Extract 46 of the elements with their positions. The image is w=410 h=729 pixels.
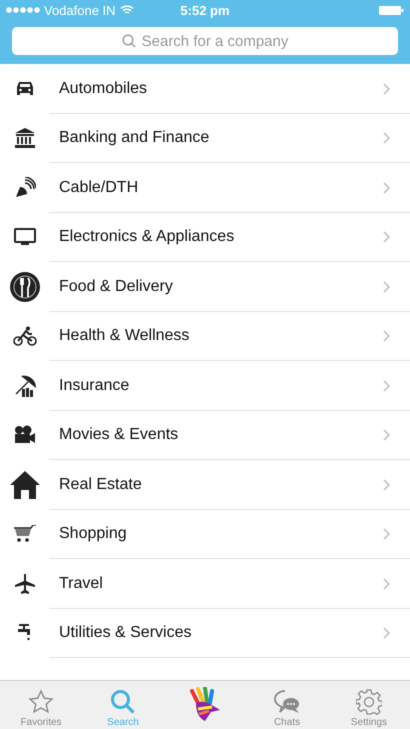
car-icon <box>16 81 34 96</box>
search-field[interactable]: Search for a company <box>12 27 398 55</box>
chevron-right-icon <box>383 132 390 144</box>
plate-icon <box>10 272 40 302</box>
satellite-dish-icon <box>14 176 36 199</box>
category-row[interactable]: Health & Wellness <box>0 312 410 361</box>
cart-icon <box>12 525 36 544</box>
chevron-right-icon <box>383 578 390 590</box>
chevron-right-icon <box>383 182 390 194</box>
settings-icon <box>356 689 382 715</box>
bank-icon <box>14 128 36 148</box>
category-row[interactable]: Travel <box>0 559 410 608</box>
clock-time: 5:52 pm <box>180 2 230 18</box>
airplane-icon <box>14 574 34 594</box>
star-icon <box>28 689 54 715</box>
chevron-right-icon <box>383 380 390 392</box>
category-row[interactable]: Shopping <box>0 510 410 559</box>
monitor-icon <box>14 228 36 246</box>
battery-icon <box>379 6 404 15</box>
category-row[interactable]: Banking and Finance <box>0 114 410 163</box>
cyclist-icon <box>12 326 36 346</box>
chevron-right-icon <box>383 627 390 640</box>
category-row[interactable]: Food & Delivery <box>0 262 410 312</box>
hand-logo-icon <box>188 687 222 723</box>
chevron-right-icon <box>383 429 390 442</box>
chevron-right-icon <box>383 330 390 342</box>
chat-bubbles-icon <box>273 689 301 715</box>
signal-dots-icon <box>6 7 40 13</box>
category-row[interactable]: Automobiles <box>0 64 410 114</box>
chevron-right-icon <box>383 478 390 491</box>
house-icon <box>10 470 40 499</box>
movie-camera-icon <box>12 425 36 446</box>
chevron-right-icon <box>383 82 390 95</box>
category-row[interactable]: Real Estate <box>0 460 410 510</box>
search-icon <box>110 689 136 715</box>
chevron-right-icon <box>383 528 390 540</box>
wifi-icon <box>120 5 134 15</box>
category-row[interactable]: Cable/DTH <box>0 163 410 212</box>
search-icon <box>122 34 136 48</box>
category-row[interactable]: Electronics & Appliances <box>0 212 410 262</box>
category-row[interactable]: Utilities & Services <box>0 608 410 658</box>
chevron-right-icon <box>383 231 390 244</box>
chevron-right-icon <box>383 280 390 293</box>
carrier-name: Vodafone IN <box>44 2 116 18</box>
category-row[interactable]: Insurance <box>0 361 410 410</box>
category-row[interactable]: Movies & Events <box>0 410 410 460</box>
